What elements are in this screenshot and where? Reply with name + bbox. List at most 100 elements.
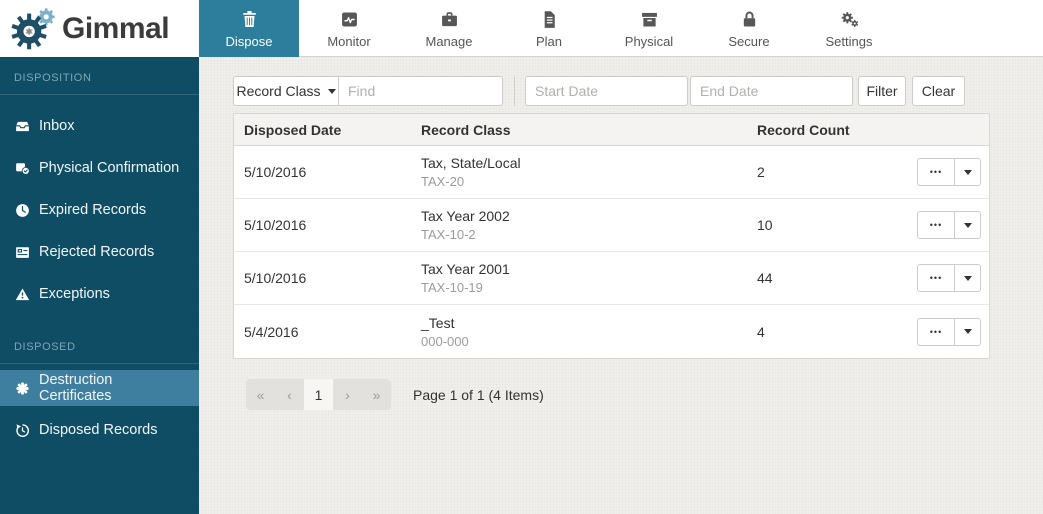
tab-label: Dispose <box>226 34 273 49</box>
next-page-button[interactable]: › <box>333 379 362 410</box>
history-icon <box>14 422 31 439</box>
record-class-cell: _Test 000-000 <box>411 315 747 349</box>
end-date-input[interactable] <box>690 76 853 106</box>
row-actions: ••• <box>897 264 989 292</box>
sidebar-item-label: Inbox <box>39 118 74 134</box>
spacer <box>0 315 199 339</box>
row-actions: ••• <box>897 318 989 346</box>
sidebar-item-disposed-records[interactable]: Disposed Records <box>0 412 199 448</box>
current-page-button[interactable]: 1 <box>304 379 333 410</box>
sidebar: DISPOSITION Inbox Physical Confirmation <box>0 57 199 514</box>
tab-label: Settings <box>826 34 873 49</box>
tab-manage[interactable]: Manage <box>399 0 499 57</box>
table-row: 5/4/2016 _Test 000-000 4 ••• <box>234 305 989 358</box>
results-table: Disposed Date Record Class Record Count … <box>233 113 990 359</box>
sidebar-section-disposed: DISPOSED <box>0 339 199 363</box>
row-more-button[interactable]: ••• <box>917 158 955 186</box>
row-actions: ••• <box>897 158 989 186</box>
record-class-name: Tax Year 2001 <box>421 261 747 277</box>
start-date-input[interactable] <box>525 76 688 106</box>
table-row: 5/10/2016 Tax Year 2002 TAX-10-2 10 ••• <box>234 199 989 252</box>
pagination: « ‹ 1 › » Page 1 of 1 (4 Items) <box>246 379 1043 410</box>
archive-icon <box>639 9 660 30</box>
sidebar-item-label: Expired Records <box>39 202 146 218</box>
lock-icon <box>739 9 760 30</box>
tab-plan[interactable]: Plan <box>499 0 599 57</box>
table-row: 5/10/2016 Tax, State/Local TAX-20 2 ••• <box>234 146 989 199</box>
tab-monitor[interactable]: Monitor <box>299 0 399 57</box>
record-count-cell: 4 <box>747 324 897 340</box>
disposed-date-cell: 5/10/2016 <box>234 217 411 233</box>
row-more-button[interactable]: ••• <box>917 211 955 239</box>
clear-button[interactable]: Clear <box>912 76 965 106</box>
row-dropdown-button[interactable] <box>955 318 981 346</box>
sidebar-item-exceptions[interactable]: Exceptions <box>0 276 199 312</box>
pager-controls: « ‹ 1 › » <box>246 379 391 410</box>
row-more-button[interactable]: ••• <box>917 318 955 346</box>
sidebar-item-physical-confirmation[interactable]: Physical Confirmation <box>0 150 199 186</box>
column-header-record-count: Record Count <box>747 122 897 138</box>
filter-bar: Record Class Filter Clear <box>233 76 990 106</box>
inbox-icon <box>14 118 31 135</box>
row-more-button[interactable]: ••• <box>917 264 955 292</box>
table-header-row: Disposed Date Record Class Record Count <box>234 114 989 146</box>
main-content: Record Class Filter Clear Disposed Date … <box>199 57 1043 514</box>
record-class-name: _Test <box>421 315 747 331</box>
record-class-code: TAX-10-19 <box>421 280 747 295</box>
record-class-code: TAX-10-2 <box>421 227 747 242</box>
record-class-cell: Tax Year 2001 TAX-10-19 <box>411 261 747 295</box>
sidebar-item-label: Physical Confirmation <box>39 160 179 176</box>
trash-icon <box>239 9 260 30</box>
sidebar-section-disposition: DISPOSITION <box>0 70 199 94</box>
tab-settings[interactable]: Settings <box>799 0 899 57</box>
briefcase-icon <box>439 9 460 30</box>
record-count-cell: 44 <box>747 270 897 286</box>
warning-triangle-icon <box>14 286 31 303</box>
tab-dispose[interactable]: Dispose <box>199 0 299 57</box>
table-row: 5/10/2016 Tax Year 2001 TAX-10-19 44 ••• <box>234 252 989 305</box>
record-count-cell: 10 <box>747 217 897 233</box>
prev-page-button[interactable]: ‹ <box>275 379 304 410</box>
row-dropdown-button[interactable] <box>955 211 981 239</box>
document-icon <box>539 9 560 30</box>
tab-label: Monitor <box>327 34 370 49</box>
divider <box>514 76 515 106</box>
last-page-button[interactable]: » <box>362 379 391 410</box>
sidebar-item-rejected-records[interactable]: Rejected Records <box>0 234 199 270</box>
chevron-down-icon <box>328 89 336 94</box>
rejected-card-icon <box>14 244 31 261</box>
record-class-dropdown[interactable]: Record Class <box>233 76 339 106</box>
filter-button[interactable]: Filter <box>858 76 906 106</box>
first-page-button[interactable]: « <box>246 379 275 410</box>
tab-label: Manage <box>426 34 473 49</box>
tab-secure[interactable]: Secure <box>699 0 799 57</box>
tab-label: Plan <box>536 34 562 49</box>
find-input[interactable] <box>339 76 503 106</box>
sidebar-item-expired-records[interactable]: Expired Records <box>0 192 199 228</box>
caret-down-icon <box>964 276 972 281</box>
sidebar-item-label: Disposed Records <box>39 422 157 438</box>
divider <box>0 363 199 364</box>
row-dropdown-button[interactable] <box>955 158 981 186</box>
seal-icon <box>14 380 31 397</box>
monitor-icon <box>339 9 360 30</box>
column-header-disposed-date: Disposed Date <box>234 122 411 138</box>
record-class-cell: Tax Year 2002 TAX-10-2 <box>411 208 747 242</box>
record-class-name: Tax, State/Local <box>421 155 747 171</box>
sidebar-item-destruction-certificates[interactable]: Destruction Certificates <box>0 370 199 406</box>
sidebar-item-label: Destruction Certificates <box>39 372 185 404</box>
top-nav: Dispose Monitor Manage Pla <box>199 0 1043 57</box>
brand-name: Gimmal <box>62 12 169 46</box>
sidebar-item-label: Rejected Records <box>39 244 154 260</box>
tab-physical[interactable]: Physical <box>599 0 699 57</box>
gimmal-gears-icon <box>8 4 60 54</box>
page-summary: Page 1 of 1 (4 Items) <box>413 387 544 403</box>
record-class-code: 000-000 <box>421 334 747 349</box>
row-dropdown-button[interactable] <box>955 264 981 292</box>
sidebar-item-inbox[interactable]: Inbox <box>0 108 199 144</box>
clock-icon <box>14 202 31 219</box>
disposed-date-cell: 5/4/2016 <box>234 324 411 340</box>
disposed-date-cell: 5/10/2016 <box>234 270 411 286</box>
record-class-cell: Tax, State/Local TAX-20 <box>411 155 747 189</box>
gears-icon <box>839 9 860 30</box>
